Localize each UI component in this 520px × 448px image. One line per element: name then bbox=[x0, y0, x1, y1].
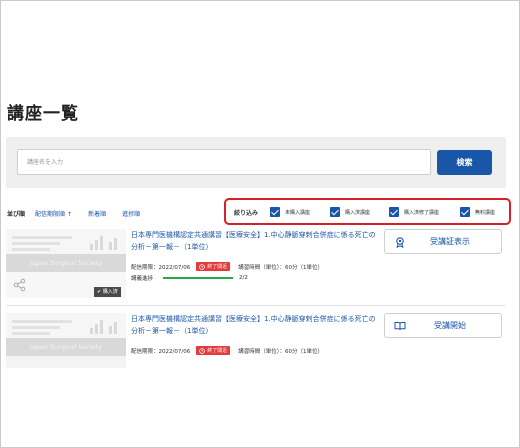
course-duration: 講習時間（単位）：60分（1単位） bbox=[238, 348, 323, 355]
placeholder-line bbox=[12, 332, 50, 335]
share-icon bbox=[13, 278, 26, 292]
page-title: 講座一覧 bbox=[7, 104, 79, 124]
clock-icon bbox=[199, 347, 206, 354]
thumbnail-placeholder bbox=[6, 313, 126, 338]
start-course-button[interactable]: 受講開始 bbox=[384, 313, 502, 338]
certificate-icon bbox=[396, 237, 404, 248]
progress-bar bbox=[163, 277, 234, 279]
placeholder-bar bbox=[100, 236, 103, 250]
checkbox-checked-icon[interactable] bbox=[389, 207, 399, 217]
course-item: Japan Surgical Society 日本専門医機構認定共通講習【医療安… bbox=[6, 313, 506, 368]
checkbox-checked-icon[interactable] bbox=[270, 207, 280, 217]
checkbox-checked-icon[interactable] bbox=[460, 207, 470, 217]
sort-option-progress[interactable]: 進捗順 bbox=[122, 209, 140, 218]
course-thumbnail[interactable]: Japan Surgical Society ✔ 購入済 bbox=[6, 229, 126, 298]
placeholder-line bbox=[12, 236, 72, 239]
view-certificate-button[interactable]: 受講証表示 bbox=[384, 229, 502, 254]
placeholder-bar bbox=[109, 242, 112, 250]
placeholder-line bbox=[12, 320, 72, 323]
filter-unpurchased[interactable]: 未購入講座 bbox=[270, 207, 310, 217]
filter-item-label: 購入済講座 bbox=[345, 209, 371, 216]
search-input[interactable] bbox=[17, 149, 431, 175]
course-item: Japan Surgical Society ✔ 購入済 日本専門医機構認定共通… bbox=[6, 229, 506, 304]
thumbnail-placeholder bbox=[6, 229, 126, 254]
divider bbox=[6, 305, 506, 306]
sort-bar: 並び順 配信期限順 ↑ 新着順 進捗順 bbox=[7, 207, 156, 219]
placeholder-bar bbox=[114, 238, 117, 250]
placeholder-line bbox=[12, 242, 60, 245]
thumbnail-society-text: Japan Surgical Society bbox=[6, 338, 126, 356]
status-text: 終了間近 bbox=[207, 264, 228, 270]
placeholder-bar bbox=[109, 326, 112, 334]
status-badge: 終了間近 bbox=[196, 262, 231, 271]
delivery-period: 配信期限：2022/07/06 bbox=[131, 348, 191, 355]
placeholder-bar bbox=[90, 328, 93, 334]
sort-arrow-icon: ↑ bbox=[67, 210, 73, 218]
course-meta: 配信期限：2022/07/06 終了間近 講習時間（単位）：60分（1単位） bbox=[131, 346, 323, 355]
progress-bar-fill bbox=[163, 277, 234, 279]
course-thumbnail[interactable]: Japan Surgical Society bbox=[6, 313, 126, 368]
placeholder-bar bbox=[95, 324, 98, 334]
thumbnail-society-text: Japan Surgical Society bbox=[6, 254, 126, 272]
filter-item-label: 購入済修了講座 bbox=[404, 209, 440, 216]
placeholder-line bbox=[12, 248, 50, 251]
course-meta: 配信期限：2022/07/06 終了間近 講習時間（単位）：60分（1単位） bbox=[131, 262, 323, 271]
book-icon bbox=[394, 322, 406, 331]
search-button[interactable]: 検索 bbox=[437, 150, 492, 175]
status-badge: 終了間近 bbox=[196, 346, 231, 355]
clock-icon bbox=[199, 263, 206, 270]
placeholder-bar bbox=[95, 240, 98, 250]
filter-label: 絞り込み bbox=[234, 210, 259, 217]
course-title-link[interactable]: 日本専門医機構認定共通講習【医療安全】1.中心静脈穿刺合併症に係る死亡の分析－第… bbox=[131, 314, 376, 337]
filter-item-label: 無料講座 bbox=[475, 209, 496, 216]
delivery-period: 配信期限：2022/07/06 bbox=[131, 264, 191, 271]
course-duration: 講習時間（単位）：60分（1単位） bbox=[238, 264, 323, 271]
lecture-progress: 講義進捗 2/2 bbox=[131, 274, 248, 282]
sort-option-delivery-deadline[interactable]: 配信期限順 ↑ bbox=[35, 209, 72, 218]
placeholder-line bbox=[12, 326, 60, 329]
progress-label: 講義進捗 bbox=[131, 276, 154, 282]
status-text: 終了間近 bbox=[207, 348, 228, 354]
placeholder-bar bbox=[90, 244, 93, 250]
filter-panel: 絞り込み 未購入講座 購入済講座 購入済修了講座 無料講座 bbox=[224, 198, 511, 225]
progress-count: 2/2 bbox=[239, 275, 248, 281]
filter-free[interactable]: 無料講座 bbox=[460, 207, 495, 217]
checkbox-checked-icon[interactable] bbox=[330, 207, 340, 217]
placeholder-bar bbox=[114, 322, 117, 334]
filter-purchased-completed[interactable]: 購入済修了講座 bbox=[389, 207, 439, 217]
filter-purchased[interactable]: 購入済講座 bbox=[330, 207, 370, 217]
search-panel: 検索 bbox=[6, 137, 506, 188]
sort-option-label: 配信期限順 bbox=[35, 210, 66, 218]
course-title-link[interactable]: 日本専門医機構認定共通講習【医療安全】1.中心静脈穿刺合併症に係る死亡の分析－第… bbox=[131, 230, 376, 253]
purchased-badge: ✔ 購入済 bbox=[94, 287, 121, 297]
sort-option-newest[interactable]: 新着順 bbox=[88, 209, 106, 218]
filter-item-label: 未購入講座 bbox=[285, 209, 311, 216]
sort-label: 並び順 bbox=[7, 210, 26, 218]
placeholder-bar bbox=[100, 320, 103, 334]
